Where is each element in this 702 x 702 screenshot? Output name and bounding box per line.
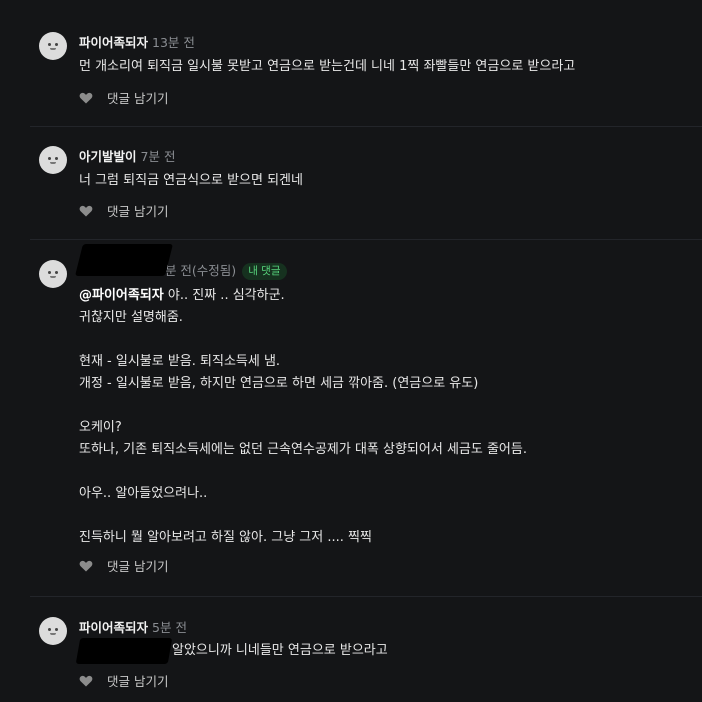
comment-text-rest: 귀찮지만 설명해줌. 현재 - 일시불로 받음. 퇴직소득세 냄. 개정 - 일… (79, 310, 527, 545)
redacted-mention (75, 638, 173, 664)
reply-button[interactable]: 댓글 남기기 (107, 674, 168, 689)
mention-link[interactable]: @파이어족되자 (79, 288, 164, 303)
comment-actions: 댓글 남기기 (79, 202, 168, 222)
reply-button[interactable]: 댓글 남기기 (107, 204, 168, 219)
comment-author[interactable]: 파이어족되자 (79, 35, 148, 50)
avatar-mouth (50, 48, 56, 50)
comment-header: 파이어족되자 13분 전 (79, 32, 195, 52)
avatar-eye (48, 157, 51, 160)
avatar-eye (48, 43, 51, 46)
comment-actions: 댓글 남기기 (79, 89, 168, 109)
comment-time: 7분 전 (140, 149, 176, 164)
heart-icon[interactable] (79, 560, 93, 572)
comment-time: 13분 전 (152, 35, 195, 50)
comment-text: 알았으니까 니네들만 연금으로 받으라고 (172, 643, 388, 658)
comment-time: 7분 전(수정됨) (157, 263, 237, 278)
comment-text: @파이어족되자 야.. 진짜 .. 심각하군. (79, 285, 285, 307)
comment-item: 7분 전(수정됨) 내 댓글 @파이어족되자 야.. 진짜 .. 심각하군. 귀찮… (0, 244, 702, 580)
comment-item: 아기발발이 7분 전 너 그럼 퇴직금 연금식으로 받으면 되겐네 댓글 남기기 (0, 146, 702, 226)
heart-icon[interactable] (79, 92, 93, 104)
avatar-eye (55, 271, 58, 274)
reply-button[interactable]: 댓글 남기기 (107, 559, 168, 574)
comment-text-first-line: 야.. 진짜 .. 심각하군. (163, 288, 285, 303)
comment-time: 5분 전 (152, 620, 187, 635)
avatar-eye (48, 271, 51, 274)
my-comment-badge: 내 댓글 (242, 263, 287, 280)
comment-divider (30, 596, 702, 597)
redacted-author (75, 244, 173, 276)
comment-author[interactable]: 파이어족되자 (79, 620, 148, 635)
comment-item: 파이어족되자 13분 전 먼 개소리여 퇴직금 일시불 못받고 연금으로 받는건데… (0, 32, 702, 112)
avatar-mouth (50, 633, 56, 635)
default-avatar-icon[interactable] (39, 146, 67, 174)
avatar-mouth (50, 162, 56, 164)
comment-author[interactable]: 아기발발이 (79, 149, 137, 164)
comment-text: 너 그럼 퇴직금 연금식으로 받으면 되겐네 (79, 173, 303, 188)
comment-header: 7분 전(수정됨) 내 댓글 (157, 260, 287, 280)
comment-header: 파이어족되자 5분 전 (79, 617, 187, 637)
default-avatar-icon[interactable] (39, 260, 67, 288)
default-avatar-icon[interactable] (39, 32, 67, 60)
avatar-mouth (50, 276, 56, 278)
heart-icon[interactable] (79, 675, 93, 687)
avatar-eye (55, 43, 58, 46)
heart-icon[interactable] (79, 205, 93, 217)
comment-divider (30, 239, 702, 240)
reply-button[interactable]: 댓글 남기기 (107, 91, 168, 106)
comment-actions: 댓글 남기기 (79, 557, 168, 577)
default-avatar-icon[interactable] (39, 617, 67, 645)
comment-divider (30, 126, 702, 127)
avatar-eye (55, 628, 58, 631)
avatar-eye (48, 628, 51, 631)
comment-text: 먼 개소리여 퇴직금 일시불 못받고 연금으로 받는건데 니네 1찍 좌빨들만 … (79, 59, 576, 74)
avatar-eye (55, 157, 58, 160)
comment-actions: 댓글 남기기 (79, 672, 168, 692)
comment-header: 아기발발이 7분 전 (79, 146, 175, 166)
comment-item: 파이어족되자 5분 전 알았으니까 니네들만 연금으로 받으라고 댓글 남기기 (0, 617, 702, 702)
